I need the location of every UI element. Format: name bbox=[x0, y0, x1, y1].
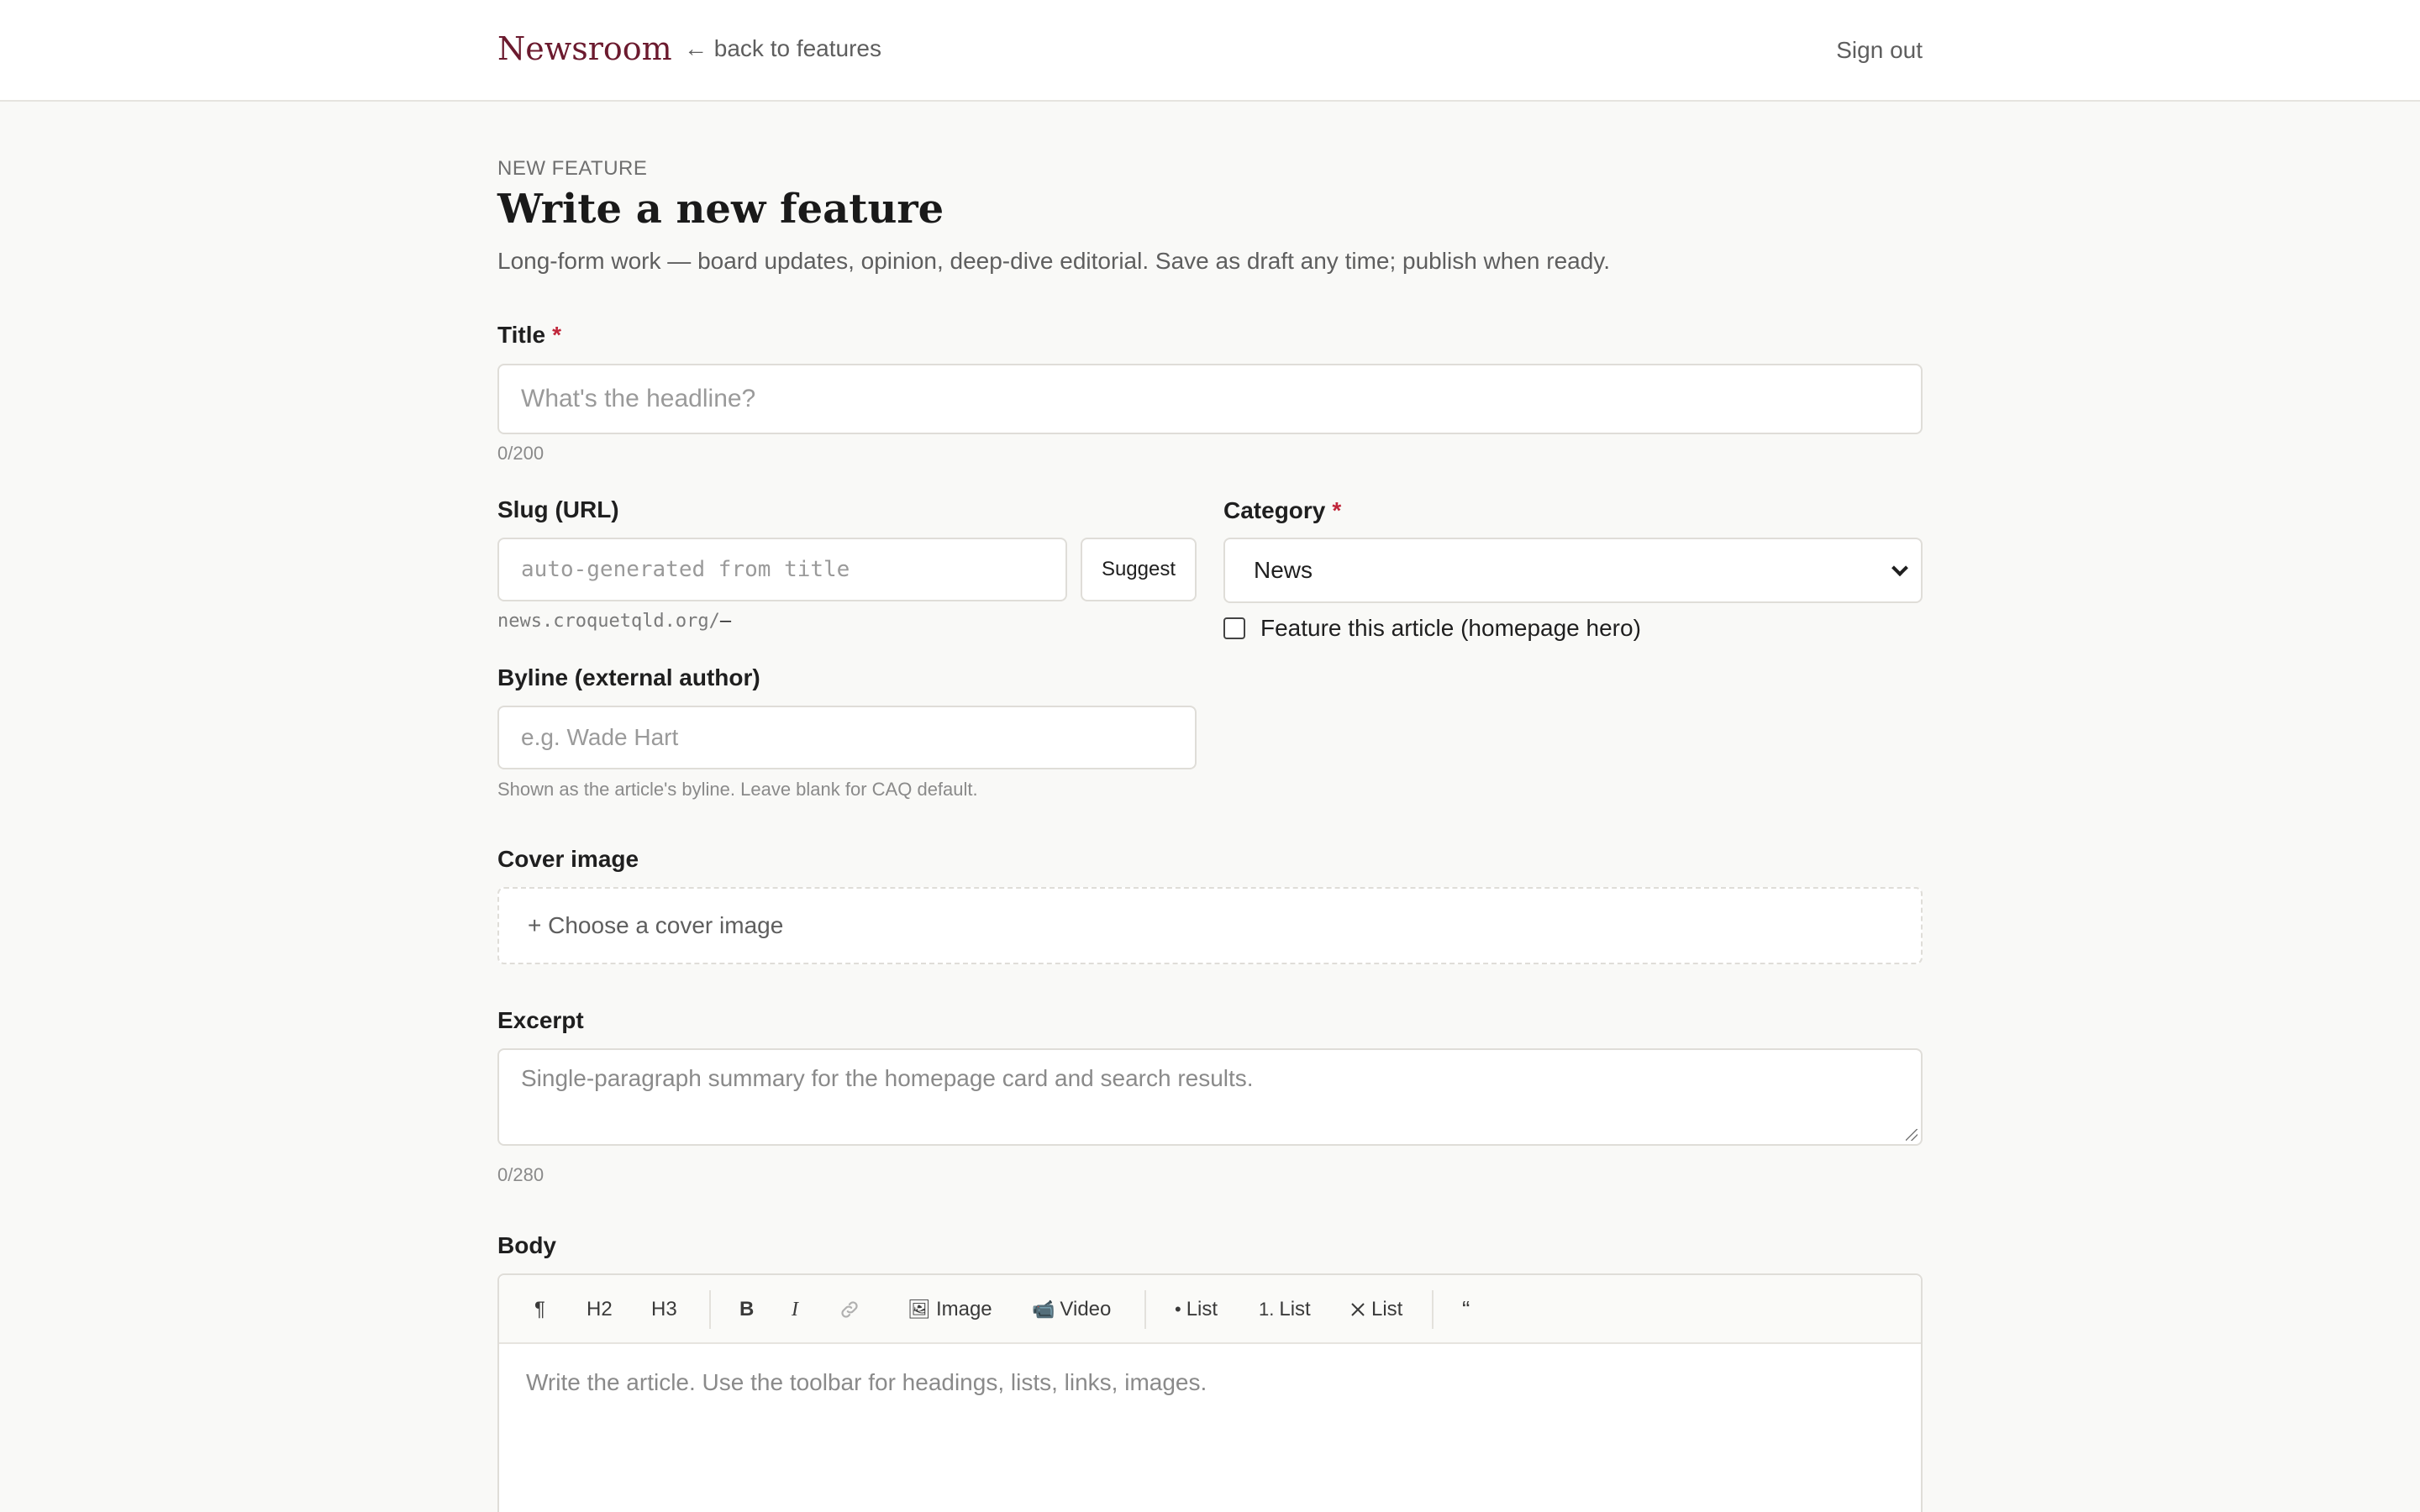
body-label: Body bbox=[497, 1232, 556, 1258]
toolbar-divider bbox=[709, 1290, 711, 1329]
title-placeholder: What's the headline? bbox=[521, 385, 756, 412]
bullet-icon: • bbox=[1175, 1299, 1181, 1320]
close-icon bbox=[1351, 1303, 1365, 1316]
video-icon: 📹 bbox=[1032, 1299, 1055, 1320]
insert-image-label: Image bbox=[935, 1298, 992, 1320]
slug-url-base: news.croquetqld.org/ bbox=[497, 611, 720, 632]
toolbar-divider bbox=[1144, 1290, 1146, 1329]
insert-video-button[interactable]: 📹 Video bbox=[1032, 1275, 1111, 1344]
editor-toolbar: ¶ H2 H3 B I 🖼 Image 📹 Video • List 1. Li… bbox=[499, 1275, 1921, 1344]
title-label: Title * bbox=[497, 322, 561, 349]
required-mark: * bbox=[552, 322, 561, 348]
resize-handle-icon[interactable] bbox=[1906, 1129, 1918, 1141]
title-input[interactable]: What's the headline? bbox=[497, 364, 1923, 434]
byline-input[interactable]: e.g. Wade Hart bbox=[497, 706, 1197, 769]
heading-3-button[interactable]: H3 bbox=[651, 1275, 677, 1344]
choose-cover-image-button[interactable]: + Choose a cover image bbox=[497, 887, 1923, 964]
italic-button[interactable]: I bbox=[792, 1275, 798, 1344]
bold-button[interactable]: B bbox=[739, 1275, 754, 1344]
feature-article-checkbox[interactable] bbox=[1223, 617, 1245, 639]
insert-image-button[interactable]: 🖼 Image bbox=[908, 1275, 992, 1344]
byline-label: Byline (external author) bbox=[497, 664, 760, 690]
page-eyebrow: NEW FEATURE bbox=[497, 157, 648, 180]
byline-placeholder: e.g. Wade Hart bbox=[521, 724, 679, 750]
title-counter: 0/200 bbox=[497, 443, 544, 464]
link-button[interactable] bbox=[839, 1275, 860, 1344]
category-label-text: Category bbox=[1223, 497, 1326, 523]
heading-2-button[interactable]: H2 bbox=[587, 1275, 613, 1344]
page-subtitle: Long-form work — board updates, opinion,… bbox=[497, 248, 1610, 274]
excerpt-placeholder: Single-paragraph summary for the homepag… bbox=[521, 1065, 1254, 1091]
category-select[interactable]: News bbox=[1223, 538, 1923, 603]
slug-url-suffix: — bbox=[719, 611, 732, 632]
body-placeholder: Write the article. Use the toolbar for h… bbox=[526, 1369, 1207, 1395]
back-to-features-link[interactable]: ← back to features bbox=[684, 35, 881, 62]
category-selected-value: News bbox=[1254, 557, 1313, 583]
ordered-list-label: List bbox=[1279, 1298, 1311, 1320]
chevron-down-icon bbox=[1891, 559, 1908, 577]
excerpt-label: Excerpt bbox=[497, 1007, 584, 1033]
choose-cover-image-text: + Choose a cover image bbox=[528, 912, 784, 938]
sign-out-link[interactable]: Sign out bbox=[1836, 37, 1923, 64]
slug-input[interactable]: auto-generated from title bbox=[497, 538, 1067, 601]
page-title: Write a new feature bbox=[497, 186, 944, 233]
toolbar-divider bbox=[1432, 1290, 1434, 1329]
suggest-slug-button[interactable]: Suggest bbox=[1081, 538, 1197, 601]
slug-placeholder: auto-generated from title bbox=[521, 557, 850, 582]
clear-list-label: List bbox=[1371, 1298, 1403, 1320]
slug-label: Slug (URL) bbox=[497, 496, 619, 522]
body-editor[interactable]: ¶ H2 H3 B I 🖼 Image 📹 Video • List 1. Li… bbox=[497, 1273, 1923, 1512]
cover-image-label: Cover image bbox=[497, 846, 639, 872]
blockquote-button[interactable]: “ bbox=[1462, 1275, 1470, 1344]
paragraph-button[interactable]: ¶ bbox=[534, 1275, 545, 1344]
feature-article-row[interactable]: Feature this article (homepage hero) bbox=[1223, 615, 1641, 642]
bullet-list-button[interactable]: • List bbox=[1175, 1275, 1218, 1344]
excerpt-textarea[interactable]: Single-paragraph summary for the homepag… bbox=[497, 1048, 1923, 1146]
ordered-list-icon: 1. bbox=[1259, 1299, 1275, 1320]
insert-video-label: Video bbox=[1060, 1298, 1112, 1320]
brand-logo[interactable]: Newsroom bbox=[497, 30, 672, 67]
link-icon bbox=[841, 1301, 858, 1318]
bullet-list-label: List bbox=[1186, 1298, 1218, 1320]
ordered-list-button[interactable]: 1. List bbox=[1259, 1275, 1311, 1344]
slug-url-preview: news.croquetqld.org/— bbox=[497, 611, 731, 632]
excerpt-counter: 0/280 bbox=[497, 1164, 544, 1185]
title-label-text: Title bbox=[497, 322, 546, 348]
top-bar: Newsroom ← back to features Sign out bbox=[0, 0, 2420, 102]
byline-hint: Shown as the article's byline. Leave bla… bbox=[497, 779, 978, 800]
image-icon: 🖼 bbox=[908, 1299, 931, 1320]
category-label: Category * bbox=[1223, 497, 1341, 524]
required-mark: * bbox=[1332, 497, 1342, 523]
clear-list-button[interactable]: List bbox=[1349, 1275, 1402, 1344]
feature-article-label[interactable]: Feature this article (homepage hero) bbox=[1260, 615, 1641, 642]
